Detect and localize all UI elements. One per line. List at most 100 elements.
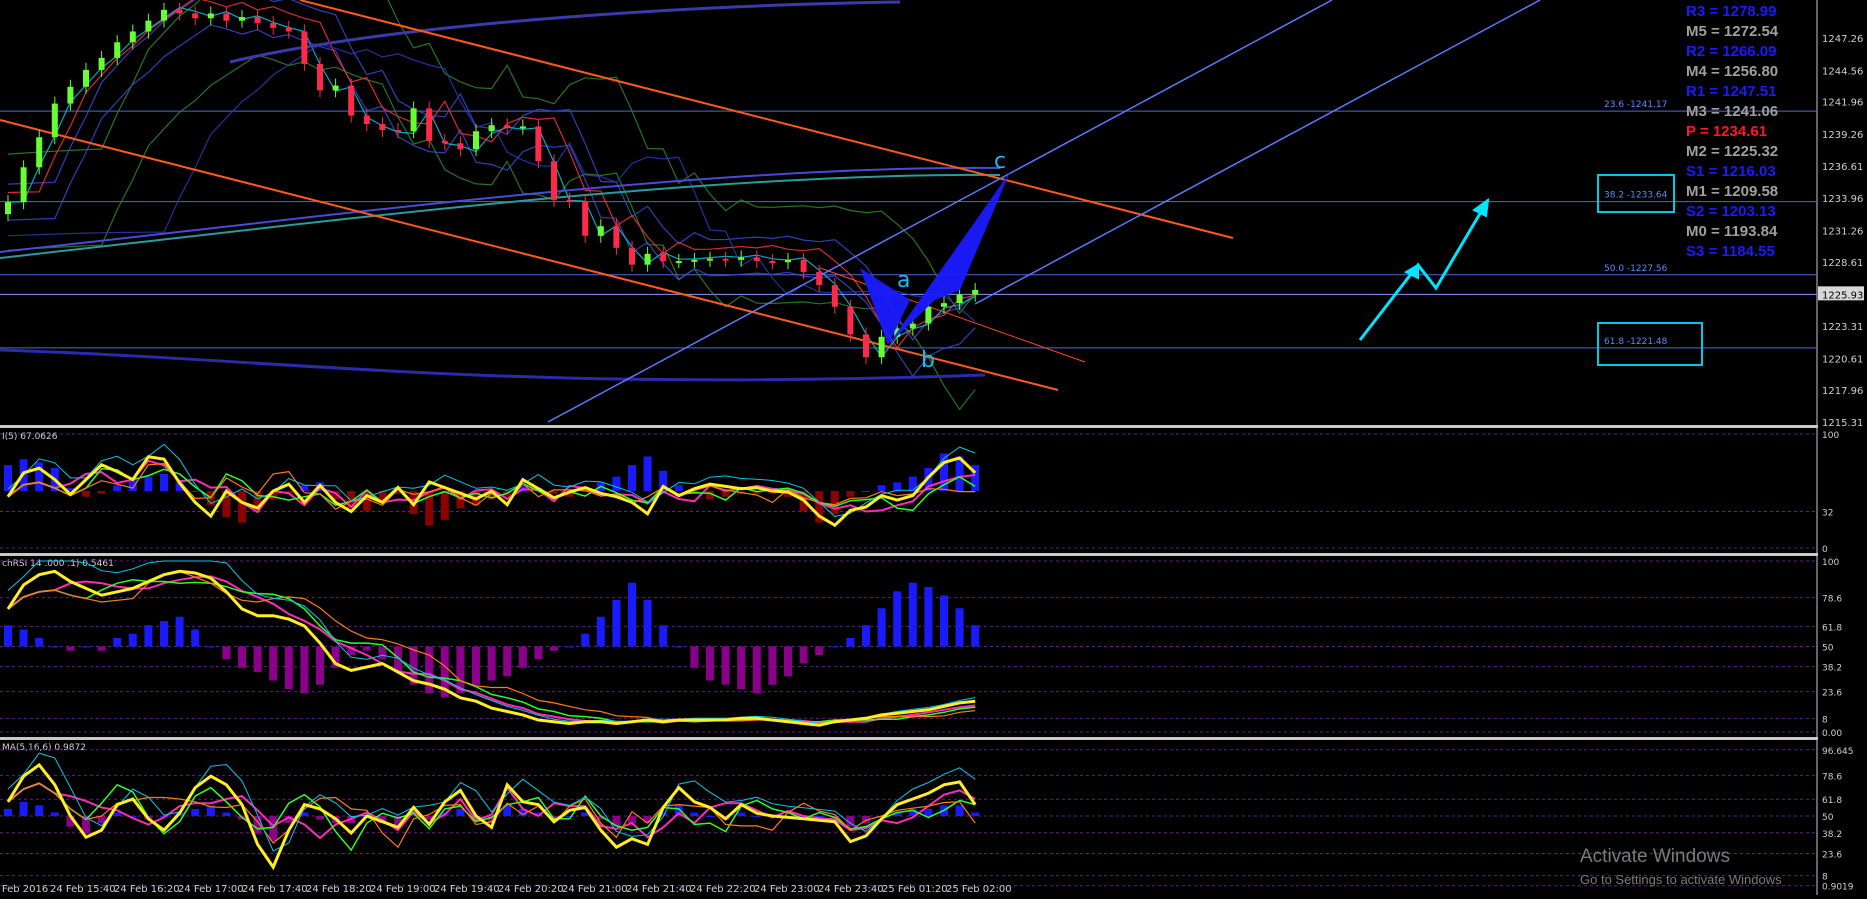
pivot-level-9: M1 = 1209.58	[1686, 183, 1779, 200]
time-tick-7: 24 Feb 19:40	[434, 884, 500, 895]
candle-body-32	[504, 125, 511, 128]
time-tick-12: 24 Feb 23:00	[754, 884, 820, 895]
histogram-bar-2-12	[191, 629, 200, 647]
histogram-bar-1-10	[160, 473, 168, 491]
price-tick-11: 1217.96	[1822, 386, 1863, 397]
histogram-bar-2-55	[862, 625, 870, 647]
histogram-bar-1-41	[643, 456, 652, 491]
indicator-tick-2-4: 38.2	[1822, 664, 1842, 674]
histogram-bar-1-12	[191, 491, 200, 492]
fib-label-3: 61.8 -1221.48	[1604, 337, 1668, 347]
histogram-bar-2-58	[908, 582, 917, 647]
pivot-level-7: M2 = 1225.32	[1686, 143, 1779, 160]
histogram-bar-2-48	[752, 646, 761, 694]
histogram-bar-1-2	[35, 462, 44, 491]
histogram-bar-3-17	[269, 816, 278, 841]
pivot-levels-list: R3 = 1278.99 M5 = 1272.54 R2 = 1266.09 M4 =…	[1686, 2, 1779, 262]
forex-chart[interactable]: 23.6 -1241.17 38.2 -1233.64 50.0 -1227.56 6…	[0, 0, 1867, 895]
candle-body-51	[800, 259, 807, 272]
histogram-bar-2-8	[128, 633, 137, 647]
candle-body-52	[816, 271, 823, 286]
candle-body-54	[847, 306, 854, 335]
candle-body-30	[473, 131, 479, 150]
indicator-tick-3-1: 78.6	[1822, 772, 1842, 782]
candle-body-23	[363, 115, 370, 125]
histogram-bar-3-20	[316, 816, 324, 820]
histogram-bar-3-45	[706, 816, 714, 817]
projection-arrow-head-1	[1472, 197, 1490, 218]
price-tick-3: 1239.26	[1822, 130, 1863, 141]
histogram-bar-3-59	[924, 808, 933, 816]
pivot-level-8: S1 = 1216.03	[1686, 163, 1776, 180]
candle-body-44	[691, 259, 698, 262]
histogram-bar-3-47	[737, 812, 746, 816]
candle-body-50	[785, 259, 791, 263]
time-tick-9: 24 Feb 21:00	[562, 884, 628, 895]
candle-body-21	[332, 85, 339, 91]
histogram-bar-2-15	[238, 646, 246, 668]
candle-body-31	[488, 125, 495, 132]
time-tick-8: 24 Feb 20:20	[498, 884, 564, 895]
histogram-bar-2-33	[518, 646, 527, 668]
time-tick-1: 24 Feb 15:40	[50, 884, 116, 895]
fib-label-1: 38.2 -1233.64	[1604, 191, 1668, 201]
histogram-bar-3-44	[690, 812, 699, 816]
histogram-bar-3-62	[971, 812, 980, 816]
candle-body-38	[597, 226, 604, 236]
candle-body-37	[582, 200, 589, 236]
price-tick-9: 1223.31	[1822, 322, 1863, 333]
histogram-bar-3-36	[565, 816, 574, 817]
histogram-bar-3-12	[191, 808, 200, 816]
indicator-tick-1-1: 32	[1822, 509, 1833, 519]
histogram-bar-1-53	[830, 491, 839, 515]
candle-body-58	[909, 323, 916, 329]
histogram-bar-2-47	[737, 646, 746, 689]
indicator-tick-3-5: 23.6	[1822, 850, 1842, 860]
wave-label-b: b	[921, 348, 935, 373]
histogram-bar-2-0	[4, 625, 12, 647]
price-tick-6: 1231.26	[1822, 226, 1863, 237]
histogram-bar-2-45	[706, 646, 714, 681]
candle-body-43	[675, 261, 682, 264]
histogram-bar-1-57	[893, 482, 902, 491]
histogram-bar-2-40	[628, 582, 636, 647]
price-tick-12: 1215.31	[1822, 418, 1863, 429]
candle-body-9	[145, 20, 152, 32]
indicator-pane-2: chRSI 14 .000 .1) 0.5461 10078.661.85038.…	[0, 558, 1842, 739]
pane-separator-0	[0, 425, 1818, 428]
histogram-bar-1-15	[238, 491, 246, 523]
candle-body-39	[613, 226, 620, 248]
candle-body-2	[36, 137, 43, 168]
histogram-bar-2-34	[534, 646, 543, 660]
histogram-bar-2-7	[113, 638, 122, 647]
candle-body-15	[239, 17, 245, 21]
indicator-line-green-3	[7, 782, 976, 852]
candle-body-33	[519, 126, 526, 129]
pivot-level-1: M5 = 1272.54	[1686, 23, 1779, 40]
price-tick-8: 1225.93	[1822, 290, 1863, 301]
pivot-level-0: R3 = 1278.99	[1686, 3, 1777, 20]
candle-body-48	[753, 257, 760, 262]
histogram-bar-2-2	[35, 638, 44, 647]
candle-body-56	[878, 336, 885, 358]
indicator-tick-2-1: 78.6	[1822, 595, 1842, 605]
histogram-bar-2-56	[877, 608, 886, 647]
histogram-bar-1-54	[846, 491, 855, 497]
ma-band-4	[7, 6, 976, 359]
candle-body-42	[660, 253, 667, 262]
candle-body-3	[51, 103, 58, 138]
candle-body-59	[925, 306, 932, 324]
histogram-bar-3-0	[4, 808, 12, 816]
indicator-line-orange-1	[7, 462, 976, 510]
indicator-tick-2-0: 100	[1822, 558, 1839, 568]
fib-label-0: 23.6 -1241.17	[1604, 100, 1667, 110]
histogram-bar-2-37	[581, 633, 590, 647]
histogram-bar-2-43	[674, 646, 683, 648]
histogram-bar-2-38	[596, 616, 605, 647]
histogram-bar-1-7	[113, 485, 122, 491]
histogram-bar-2-50	[784, 646, 792, 677]
candle-body-46	[722, 258, 729, 261]
pivot-level-4: R1 = 1247.51	[1686, 83, 1777, 100]
candle-body-1	[20, 167, 27, 203]
fib-label-2: 50.0 -1227.56	[1604, 264, 1668, 274]
